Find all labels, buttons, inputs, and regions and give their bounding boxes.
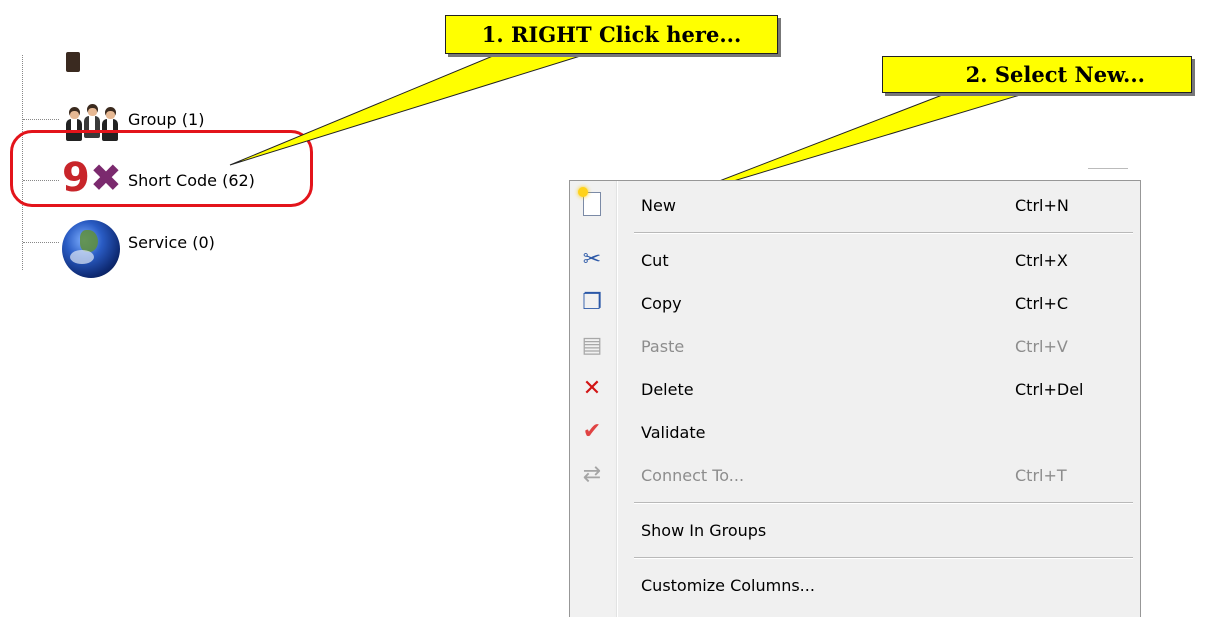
menu-item-label: Connect To... xyxy=(641,466,745,485)
menu-item-shortcut: Ctrl+Del xyxy=(1015,380,1084,399)
callout-text: 1. RIGHT Click here... xyxy=(481,22,742,47)
menu-item-shortcut: Ctrl+T xyxy=(1015,466,1067,485)
menu-item-label: Show In Groups xyxy=(641,521,767,540)
menu-item-label: Paste xyxy=(641,337,685,356)
menu-item-show-in-groups[interactable]: Show In Groups xyxy=(570,509,1140,552)
menu-item-label: Cut xyxy=(641,251,669,270)
delete-x-icon: ✕ xyxy=(582,375,602,401)
menu-item-validate[interactable]: ✔ Validate xyxy=(570,411,1140,454)
menu-item-new[interactable]: New Ctrl+N xyxy=(570,184,1140,227)
menu-item-copy[interactable]: ❐ Copy Ctrl+C xyxy=(570,282,1140,325)
paste-icon: ▤ xyxy=(581,332,603,358)
callout-select-new: 2. Select New... xyxy=(882,56,1192,93)
callout-1-pointer xyxy=(229,52,591,166)
callout-right-click: 1. RIGHT Click here... xyxy=(445,15,778,54)
menu-item-delete[interactable]: ✕ Delete Ctrl+Del xyxy=(570,368,1140,411)
menu-item-label: New xyxy=(641,196,676,215)
checkmark-icon: ✔ xyxy=(582,418,602,444)
menu-item-label: Delete xyxy=(641,380,694,399)
menu-item-label: Validate xyxy=(641,423,706,442)
connect-arrows-icon: ⇄ xyxy=(582,461,602,487)
menu-item-customize-columns[interactable]: Customize Columns... xyxy=(570,564,1140,607)
menu-separator xyxy=(570,497,1140,509)
menu-item-cut[interactable]: ✂ Cut Ctrl+X xyxy=(570,239,1140,282)
menu-item-shortcut: Ctrl+X xyxy=(1015,251,1068,270)
menu-separator xyxy=(570,227,1140,239)
callout-text: 2. Select New... xyxy=(965,62,1145,87)
new-document-icon xyxy=(578,187,606,218)
menu-item-shortcut: Ctrl+N xyxy=(1015,196,1069,215)
menu-item-label: Customize Columns... xyxy=(641,576,815,595)
menu-item-paste[interactable]: ▤ Paste Ctrl+V xyxy=(570,325,1140,368)
menu-item-label: Copy xyxy=(641,294,682,313)
copy-icon: ❐ xyxy=(582,289,602,315)
menu-item-connect-to[interactable]: ⇄ Connect To... Ctrl+T xyxy=(570,454,1140,497)
context-menu: New Ctrl+N ✂ Cut Ctrl+X ❐ Copy Ctrl+C ▤ … xyxy=(569,180,1141,617)
menu-item-shortcut: Ctrl+V xyxy=(1015,337,1068,356)
menu-item-shortcut: Ctrl+C xyxy=(1015,294,1069,313)
menu-separator xyxy=(570,552,1140,564)
scissors-icon: ✂ xyxy=(582,246,602,272)
